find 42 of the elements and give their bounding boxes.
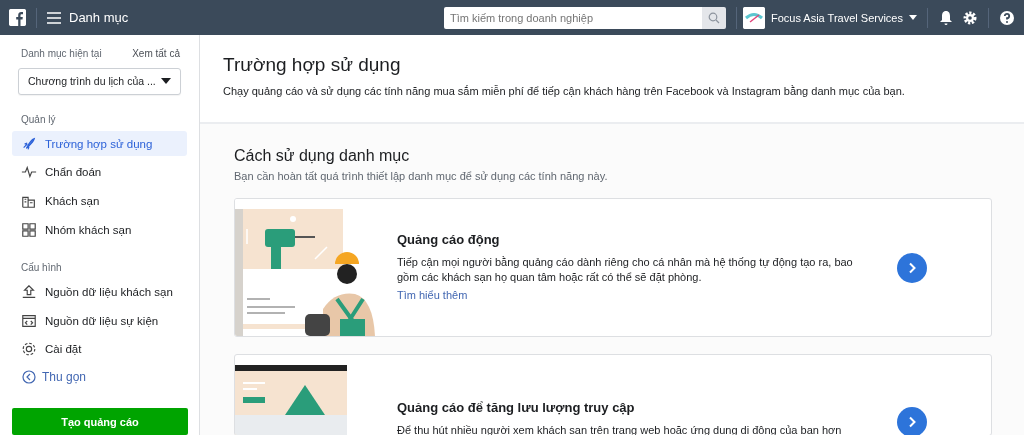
search-button[interactable] (701, 6, 726, 29)
rocket-icon (21, 135, 37, 152)
view-all-link[interactable]: Xem tất cả (132, 48, 180, 59)
catalog-dropdown[interactable]: Chương trình du lịch của ... (18, 68, 181, 95)
card-title: Quảng cáo để tăng lưu lượng truy cập (397, 400, 636, 415)
search-field[interactable]: Tìm kiếm trong doanh nghiệp (443, 6, 702, 29)
sidebar-item[interactable]: Khách sạn (12, 188, 187, 214)
current-catalog-label: Danh mục hiện tại (21, 48, 102, 59)
collapse-link[interactable]: Thu gọn (22, 370, 187, 385)
page-title: Danh mục (69, 10, 129, 25)
sidebar-item[interactable]: Nhóm khách sạn (12, 216, 187, 243)
upload-icon (21, 284, 37, 301)
sidebar-item[interactable]: Cài đặt (12, 336, 187, 363)
business-account-name[interactable]: Focus Asia Travel Services (770, 11, 903, 24)
help-icon[interactable] (999, 9, 1015, 26)
caret-icon[interactable] (909, 15, 917, 20)
notification-bell-icon[interactable] (938, 9, 954, 26)
gear-icon (21, 341, 37, 358)
page-description: Chạy quảng cáo và sử dụng các tính năng mua sắm miễn phí để tiếp cận khách hàng trên Facebook và Instagram bằng danh mục của bạn. (223, 85, 906, 97)
card-title: Quảng cáo động (397, 232, 501, 247)
next-arrow-button[interactable] (897, 407, 927, 435)
section-description: Bạn cần hoàn tất quá trình thiết lập danh mục để sử dụng các tính năng này. (234, 170, 609, 182)
settings-icon[interactable] (962, 9, 978, 26)
grid-icon (21, 221, 37, 238)
business-logo-icon (742, 6, 765, 29)
sidebar-item[interactable]: Nguồn dữ liệu khách sạn (12, 279, 187, 305)
sidebar-item[interactable]: Chẩn đoán (12, 159, 187, 185)
next-arrow-button[interactable] (897, 252, 927, 283)
learn-more-link[interactable]: Tìm hiểu thêm (397, 289, 468, 301)
facebook-logo-icon[interactable] (9, 9, 26, 26)
section-label: Cấu hình (21, 262, 63, 274)
collapse-icon (22, 370, 36, 385)
search-icon (707, 11, 720, 24)
caret-icon (161, 78, 171, 85)
card-description: Tiếp cận mọi người bằng quảng cáo dành riêng cho cá nhân mà hệ thống tự động tạo ra, bao gồm các khách sạn họ quan tâm hoặc rất có thể sẽ đặt phòng. (397, 255, 854, 285)
sidebar-item[interactable]: Nguồn dữ liệu sự kiện (12, 308, 187, 334)
section-heading: Cách sử dụng danh mục (234, 147, 411, 165)
code-window-icon (21, 312, 37, 329)
menu-icon[interactable] (47, 11, 61, 24)
section-label: Quản lý (21, 113, 57, 125)
sidebar-item[interactable]: Trường hợp sử dụng (12, 130, 187, 157)
page-heading: Trường hợp sử dụng (223, 54, 402, 76)
